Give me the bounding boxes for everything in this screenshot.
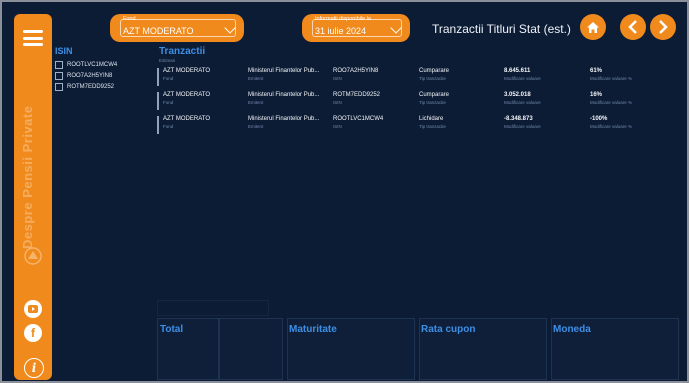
total-panel-detail (219, 318, 283, 380)
forward-button[interactable] (650, 14, 676, 40)
isin-label: ISIN (333, 124, 342, 129)
isin-option[interactable]: ROO7A2H5YIN8 (55, 71, 117, 81)
facebook-icon[interactable]: f (24, 324, 42, 342)
tip-label: Tip tranzactie (419, 124, 446, 129)
card-accent (157, 116, 159, 134)
home-icon (587, 21, 599, 33)
fond-value: AZT MODERATO (163, 116, 211, 122)
checkbox[interactable] (55, 61, 63, 69)
isin-value: ROO7A2H5YIN8 (333, 68, 379, 74)
modificare-value: 8.645.611 (504, 68, 531, 74)
tranzactii-title: Tranzactii (159, 46, 206, 57)
isin-option-label: ROO7A2H5YIN8 (67, 73, 113, 79)
isin-option-label: ROTM7EDD9252 (67, 84, 115, 90)
emitent-value: Ministerul Finantelor Pub... (248, 68, 320, 74)
fond-label: Fond (163, 124, 174, 129)
checkbox[interactable] (55, 72, 63, 80)
fond-value: AZT MODERATO (123, 26, 194, 36)
isin-value: ROTM7EDD9252 (333, 92, 381, 98)
fond-dropdown[interactable]: Fond AZT MODERATO (110, 14, 244, 42)
emitent-label: Emitent (248, 100, 264, 105)
isin-option[interactable]: ROOTLVC1MCW4 (55, 60, 117, 70)
procent-value: 16% (590, 92, 603, 98)
back-button[interactable] (620, 14, 646, 40)
procent-label: Modificare valoare % (590, 124, 633, 129)
tip-value: Cumparare (419, 92, 450, 98)
modificare-value: -8.348.873 (504, 116, 533, 122)
empty-visual-placeholder (157, 300, 269, 316)
tip-label: Tip tranzactie (419, 76, 446, 81)
tip-label: Tip tranzactie (419, 100, 446, 105)
tranzactii-subtitle: Estimari (159, 58, 176, 63)
card-accent (157, 68, 159, 86)
transaction-card[interactable]: AZT MODERATO Fond Ministerul Finantelor P… (157, 66, 677, 88)
isin-label: ISIN (333, 76, 342, 81)
tranzactii-list: AZT MODERATO Fond Ministerul Finantelor P… (157, 66, 677, 138)
date-value: 31 iulie 2024 (315, 26, 367, 36)
tip-value: Lichidare (419, 116, 444, 122)
isin-slicer: ROOTLVC1MCW4 ROO7A2H5YIN8 ROTM7EDD9252 (55, 60, 117, 93)
chevron-right-icon (659, 20, 668, 34)
info-icon[interactable]: i (24, 358, 44, 378)
chevron-left-icon (628, 20, 637, 34)
maturitate-label: Maturitate (289, 324, 337, 335)
procent-label: Modificare valoare % (590, 76, 633, 81)
procent-value: -100% (590, 116, 608, 122)
modificare-value: 3.052.018 (504, 92, 531, 98)
card-accent (157, 92, 159, 110)
modificare-label: Modificare valoare (504, 76, 541, 81)
date-caption: Informatii disponibile la (315, 16, 371, 22)
sidebar-vertical-title: Despre Pensii Private (20, 105, 35, 249)
emitent-value: Ministerul Finantelor Pub... (248, 92, 320, 98)
fond-label: Fond (163, 100, 174, 105)
rata-cupon-label: Rata cupon (421, 324, 476, 335)
logo-icon (24, 247, 42, 265)
transaction-card[interactable]: AZT MODERATO Fond Ministerul Finantelor P… (157, 114, 677, 136)
checkbox[interactable] (55, 83, 63, 91)
menu-icon[interactable] (23, 30, 43, 46)
modificare-label: Modificare valoare (504, 124, 541, 129)
isin-label: ISIN (333, 100, 342, 105)
procent-label: Modificare valoare % (590, 100, 633, 105)
fond-value: AZT MODERATO (163, 68, 211, 74)
transaction-card[interactable]: AZT MODERATO Fond Ministerul Finantelor P… (157, 90, 677, 112)
emitent-label: Emitent (248, 76, 264, 81)
isin-value: ROOTLVC1MCW4 (333, 116, 384, 122)
procent-value: 61% (590, 68, 603, 74)
isin-option[interactable]: ROTM7EDD9252 (55, 82, 117, 92)
date-dropdown[interactable]: Informatii disponibile la 31 iulie 2024 (302, 14, 410, 42)
modificare-label: Modificare valoare (504, 100, 541, 105)
fond-caption: Fond (123, 16, 136, 22)
fond-label: Fond (163, 76, 174, 81)
youtube-icon[interactable] (24, 300, 42, 318)
isin-slicer-title: ISIN (55, 46, 73, 56)
isin-option-label: ROOTLVC1MCW4 (67, 62, 118, 68)
tip-value: Cumparare (419, 68, 450, 74)
emitent-value: Ministerul Finantelor Pub... (248, 116, 320, 122)
page-title: Tranzactii Titluri Stat (est.) (432, 22, 571, 36)
fond-value: AZT MODERATO (163, 92, 211, 98)
home-button[interactable] (580, 14, 606, 40)
moneda-label: Moneda (553, 324, 591, 335)
total-label: Total (160, 324, 184, 335)
emitent-label: Emitent (248, 124, 264, 129)
left-sidebar: Despre Pensii Private f i (14, 14, 52, 380)
